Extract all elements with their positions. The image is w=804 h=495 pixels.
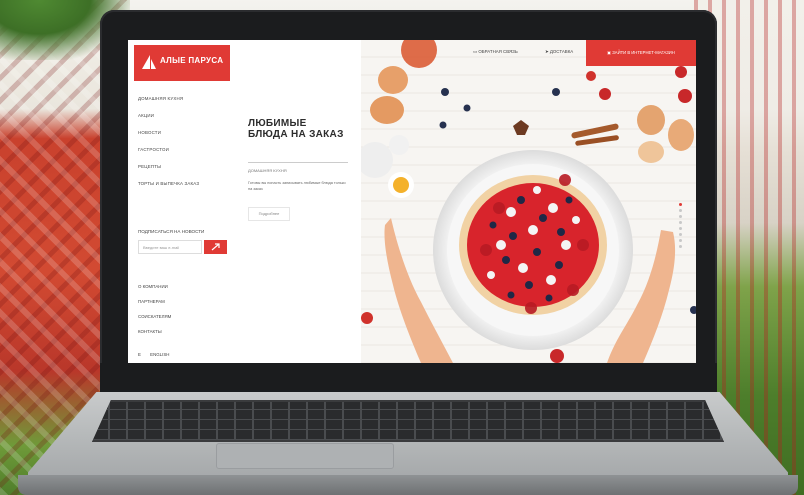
brand-logo[interactable]: АЛЫЕ ПАРУСА xyxy=(134,45,230,81)
nav-item-contacts[interactable]: КОНТАКТЫ xyxy=(138,329,171,344)
page-title: ЛЮБИМЫЕ БЛЮДА НА ЗАКАЗ xyxy=(248,118,344,140)
section-label: ДОМАШНЯЯ КУХНЯ xyxy=(248,168,287,173)
slider-pagination xyxy=(679,200,685,251)
laptop-base-front xyxy=(18,475,798,495)
nav-item-recipes[interactable]: РЕЦЕПТЫ xyxy=(138,164,199,181)
nav-item-news[interactable]: НОВОСТИ xyxy=(138,130,199,147)
more-button[interactable]: Подробнее xyxy=(248,207,290,221)
hero-text-panel: ЛЮБИМЫЕ БЛЮДА НА ЗАКАЗ ДОМАШНЯЯ КУХНЯ Го… xyxy=(234,40,361,363)
sail-logo-icon xyxy=(142,55,156,69)
slider-dot[interactable] xyxy=(679,221,682,224)
slider-dot[interactable] xyxy=(679,209,682,212)
nav-item-promotions[interactable]: АКЦИИ xyxy=(138,113,199,130)
slider-dot[interactable] xyxy=(679,215,682,218)
subscribe-label: ПОДПИСАТЬСЯ НА НОВОСТИ xyxy=(138,229,205,234)
site-sidebar: АЛЫЕ ПАРУСА ДОМАШНЯЯ КУХНЯ АКЦИИ НОВОСТИ… xyxy=(128,40,235,363)
slider-dot[interactable] xyxy=(679,227,682,230)
top-bar: ▭ ОБРАТНАЯ СВЯЗЬ ➤ ДОСТАВКА ▣ ЗАЙТИ В ИН… xyxy=(361,40,696,68)
laptop-touchpad xyxy=(216,443,394,469)
laptop-screen: АЛЫЕ ПАРУСА ДОМАШНЯЯ КУХНЯ АКЦИИ НОВОСТИ… xyxy=(128,40,696,363)
hero-image xyxy=(361,40,696,363)
nav-item-gastro[interactable]: ГАСТРОСТОИ xyxy=(138,147,199,164)
hero-description: Готовы вы попасть записывать любимые блю… xyxy=(248,181,346,191)
lang-option-en[interactable]: ENGLISH xyxy=(150,352,169,357)
divider xyxy=(248,162,348,163)
slider-dot[interactable] xyxy=(679,233,682,236)
arrow-icon xyxy=(211,243,220,251)
slider-dot[interactable] xyxy=(679,203,682,206)
delivery-link[interactable]: ➤ ДОСТАВКА xyxy=(545,49,573,55)
footer-nav: О КОМПАНИИ ПАРТНЕРАМ СОИСКАТЕЛЯМ КОНТАКТ… xyxy=(138,284,171,344)
subscribe-email-input[interactable]: Введите ваш e-mail xyxy=(138,240,202,254)
slider-dot[interactable] xyxy=(679,239,682,242)
logo-text: АЛЫЕ ПАРУСА xyxy=(160,56,224,65)
lang-option-ru[interactable]: Е xyxy=(138,352,141,357)
main-nav: ДОМАШНЯЯ КУХНЯ АКЦИИ НОВОСТИ ГАСТРОСТОИ … xyxy=(138,96,199,198)
nav-item-about[interactable]: О КОМПАНИИ xyxy=(138,284,171,299)
slider-dot[interactable] xyxy=(679,245,682,248)
laptop-keyboard xyxy=(92,400,724,442)
nav-item-partners[interactable]: ПАРТНЕРАМ xyxy=(138,299,171,314)
feedback-link[interactable]: ▭ ОБРАТНАЯ СВЯЗЬ xyxy=(473,49,518,55)
berry-cake-photo xyxy=(361,40,696,363)
subscribe-submit-button[interactable] xyxy=(204,240,227,254)
shop-button[interactable]: ▣ ЗАЙТИ В ИНТЕРНЕТ-МАГАЗИН xyxy=(586,40,696,66)
language-switcher: Е ENGLISH xyxy=(138,352,177,357)
nav-item-careers[interactable]: СОИСКАТЕЛЯМ xyxy=(138,314,171,329)
nav-item-cakes[interactable]: ТОРТЫ И ВЫПЕЧКА ЗАКАЗ xyxy=(138,181,199,198)
nav-item-home-kitchen[interactable]: ДОМАШНЯЯ КУХНЯ xyxy=(138,96,199,113)
